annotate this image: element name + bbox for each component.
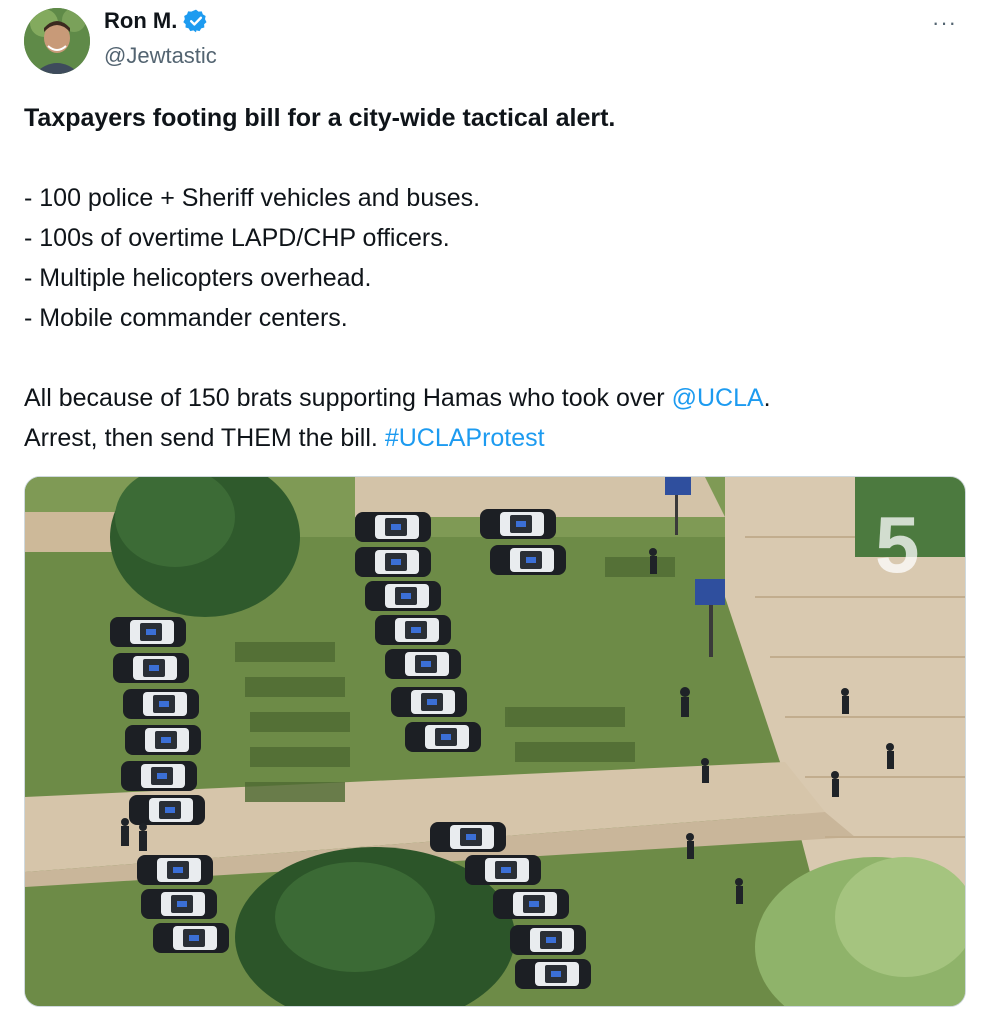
aerial-photo: 5: [25, 477, 965, 1006]
paragraph-text: All because of 150 brats supporting Hama…: [24, 384, 672, 412]
tweet-headline: Taxpayers footing bill for a city-wide t…: [24, 104, 616, 132]
channel-logo: 5: [875, 500, 920, 589]
author-display-name[interactable]: Ron M.: [104, 8, 177, 34]
avatar[interactable]: [24, 8, 90, 74]
tweet-bullet-3: - Multiple helicopters overhead.: [24, 264, 372, 292]
avatar-image: [24, 8, 90, 74]
verified-badge-icon: [183, 9, 207, 33]
paragraph-text: Arrest, then send THEM the bill.: [24, 424, 385, 452]
tweet-text: Taxpayers footing bill for a city-wide t…: [24, 98, 944, 458]
mention-link[interactable]: @UCLA: [672, 384, 764, 412]
tweet-paragraph-2: Arrest, then send THEM the bill. #UCLAPr…: [24, 418, 944, 458]
tweet-bullet-2: - 100s of overtime LAPD/CHP officers.: [24, 224, 450, 252]
more-icon: ···: [932, 10, 957, 35]
hashtag-link[interactable]: #UCLAProtest: [385, 424, 545, 452]
tweet-media[interactable]: 5: [24, 476, 966, 1007]
author-handle[interactable]: @Jewtastic: [104, 43, 217, 69]
tweet-bullet-1: - 100 police + Sheriff vehicles and buse…: [24, 184, 481, 212]
more-options-button[interactable]: ···: [932, 8, 962, 38]
tweet-bullet-4: - Mobile commander centers.: [24, 304, 348, 332]
tweet-paragraph-1: All because of 150 brats supporting Hama…: [24, 378, 944, 418]
paragraph-text: .: [763, 384, 771, 412]
author-name-row: Ron M.: [104, 8, 209, 34]
